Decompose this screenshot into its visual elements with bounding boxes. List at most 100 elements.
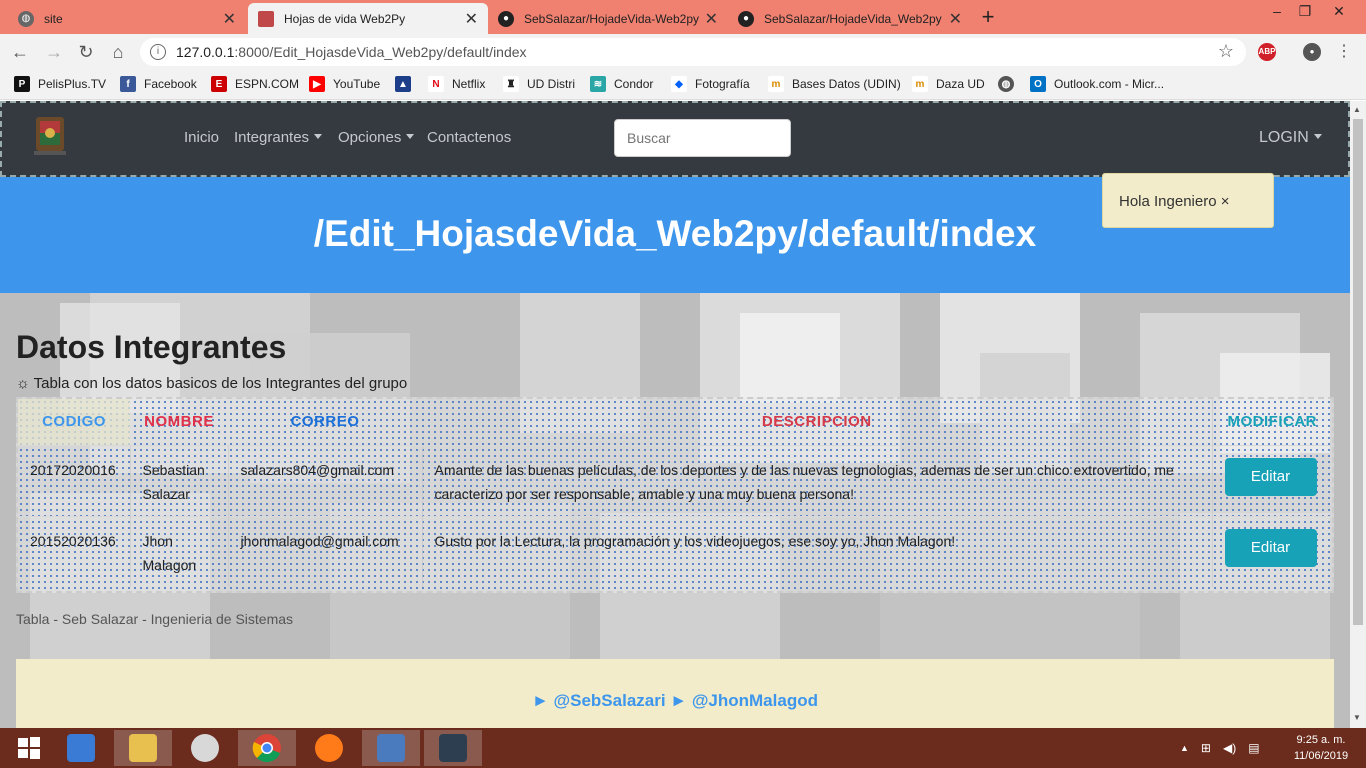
sun-icon: ☼ <box>16 375 30 392</box>
edit-button[interactable]: Editar <box>1224 528 1317 567</box>
bookmark-label: Outlook.com - Micr... <box>1054 77 1165 91</box>
bookmark-item[interactable]: P PelisPlus.TV <box>14 76 106 92</box>
minimize-window-button[interactable]: – <box>1262 0 1292 26</box>
home-icon[interactable]: ⌂ <box>106 40 130 64</box>
close-tab-icon[interactable]: ✕ <box>223 9 236 29</box>
bookmark-label: Facebook <box>144 77 197 91</box>
bookmark-item[interactable]: ≋ Condor <box>590 76 653 92</box>
browser-tab-active[interactable]: Hojas de vida Web2Py ✕ <box>248 3 488 34</box>
forward-arrow-icon[interactable]: → <box>42 40 66 64</box>
adblock-plus-icon[interactable]: ABP <box>1258 43 1276 61</box>
site-favicon-icon <box>258 10 274 27</box>
nav-link-contactenos[interactable]: Contactenos <box>427 129 511 146</box>
flash-close-icon[interactable]: × <box>1221 193 1230 210</box>
bookmark-item[interactable]: ◍ <box>998 76 1022 92</box>
taskbar-app[interactable] <box>52 730 110 766</box>
site-navbar: Inicio Integrantes Opciones Contactenos … <box>0 101 1350 177</box>
page-scrollbar[interactable]: ▲ ▼ <box>1350 101 1366 728</box>
bookmark-label: PelisPlus.TV <box>38 77 107 91</box>
dropbox-icon: ◆ <box>671 76 687 92</box>
language-icon[interactable]: ▤ <box>1248 741 1259 755</box>
taskbar-app[interactable] <box>362 730 420 766</box>
firefox-icon <box>315 734 343 762</box>
bookmark-label: Condor <box>614 77 654 91</box>
university-logo[interactable] <box>32 113 68 159</box>
clock-date: 11/06/2019 <box>1293 750 1349 762</box>
taskbar-app[interactable] <box>176 730 234 766</box>
python-idle-icon <box>439 734 467 762</box>
cell-descripcion: Amante de las buenas películas, de los d… <box>421 444 1212 516</box>
nav-dropdown-opciones[interactable]: Opciones <box>338 129 414 146</box>
bookmark-item[interactable]: N Netflix <box>428 76 485 92</box>
mountain-icon: ▲ <box>395 76 411 92</box>
flash-message: Hola Ingeniero × <box>1102 173 1274 228</box>
address-bar[interactable]: i 127.0.0.1:8000/Edit_HojasdeVida_Web2py… <box>140 38 1246 66</box>
social-links[interactable]: ► @SebSalazari ► @JhonMalagod <box>16 691 1334 711</box>
github-icon: ● <box>498 10 514 27</box>
espn-icon: E <box>211 76 227 92</box>
network-icon[interactable]: ⊞ <box>1201 741 1211 755</box>
table-row: 20172020016 Sebastian Salazar salazars80… <box>18 444 1332 516</box>
site-info-icon[interactable]: i <box>150 44 166 60</box>
condor-icon: ≋ <box>590 76 606 92</box>
browser-tab[interactable]: ● SebSalazar/HojadeVida-Web2py ✕ <box>488 3 728 34</box>
column-header-descripcion: DESCRIPCION <box>761 413 872 431</box>
reload-icon[interactable]: ↻ <box>74 40 98 64</box>
cell-modificar: Editar <box>1211 444 1332 516</box>
pelisplus-icon: P <box>14 76 30 92</box>
nav-link-inicio[interactable]: Inicio <box>184 129 219 146</box>
close-tab-icon[interactable]: ✕ <box>705 9 718 29</box>
taskbar-app[interactable] <box>114 730 172 766</box>
snipping-tool-icon <box>191 734 219 762</box>
udin-icon: m <box>768 76 784 92</box>
close-tab-icon[interactable]: ✕ <box>465 9 478 29</box>
bookmark-item[interactable]: ◆ Fotografía <box>671 76 750 92</box>
close-tab-icon[interactable]: ✕ <box>949 9 962 29</box>
login-dropdown[interactable]: LOGIN <box>1259 129 1322 147</box>
profile-avatar-icon[interactable]: ● <box>1303 43 1321 61</box>
bookmark-item[interactable]: ♜ UD Distri <box>503 76 575 92</box>
bookmark-item[interactable]: m Bases Datos (UDIN) <box>768 76 901 92</box>
new-tab-button[interactable]: + <box>978 5 998 29</box>
bookmark-item[interactable]: ▲ <box>395 76 419 92</box>
bookmark-label: Netflix <box>452 77 486 91</box>
bookmark-label: ESPN.COM <box>235 77 300 91</box>
restore-window-button[interactable]: ❐ <box>1290 0 1320 26</box>
windows-start-icon <box>18 737 40 759</box>
file-explorer-icon <box>129 734 157 762</box>
chrome-menu-icon[interactable]: ⋮ <box>1332 40 1356 64</box>
bookmark-star-icon[interactable]: ☆ <box>1218 41 1234 62</box>
browser-tab[interactable]: ◍ site ✕ <box>8 3 246 34</box>
bookmark-item[interactable]: E ESPN.COM <box>211 76 299 92</box>
back-arrow-icon[interactable]: ← <box>8 40 32 64</box>
bookmark-item[interactable]: m Daza UD <box>912 76 985 92</box>
taskbar-clock[interactable]: 9:25 a. m. 11/06/2019 <box>1284 732 1358 764</box>
volume-icon[interactable]: ◀) <box>1223 741 1236 755</box>
github-icon: ● <box>738 10 754 27</box>
taskbar-app[interactable] <box>300 730 358 766</box>
browser-tab[interactable]: ● SebSalazar/HojadeVida_Web2py ✕ <box>728 3 972 34</box>
tab-label: SebSalazar/HojadeVida-Web2py <box>524 11 699 26</box>
start-button[interactable] <box>0 730 58 766</box>
clock-time: 9:25 a. m. <box>1296 734 1346 746</box>
bookmark-item[interactable]: O Outlook.com - Micr... <box>1030 76 1164 92</box>
scroll-up-arrow-icon[interactable]: ▲ <box>1353 105 1361 114</box>
nav-dropdown-integrantes[interactable]: Integrantes <box>234 129 322 146</box>
globe-icon: ◍ <box>998 76 1014 92</box>
close-window-button[interactable]: ✕ <box>1324 0 1354 26</box>
bookmark-item[interactable]: ▶ YouTube <box>309 76 380 92</box>
taskbar-app[interactable] <box>424 730 482 766</box>
scroll-down-arrow-icon[interactable]: ▼ <box>1353 713 1361 722</box>
youtube-icon: ▶ <box>309 76 325 92</box>
cell-correo: salazars804@gmail.com <box>227 444 422 516</box>
chevron-up-icon[interactable]: ▲ <box>1180 743 1189 753</box>
taskbar-app[interactable] <box>238 730 296 766</box>
bookmark-item[interactable]: f Facebook <box>120 76 197 92</box>
members-table: CODIGO NOMBRE CORREO DESCRIPCION MODIFIC… <box>18 399 1332 587</box>
chrome-icon <box>252 734 281 763</box>
browser-toolbar: ← → ↻ ⌂ i 127.0.0.1:8000/Edit_HojasdeVid… <box>0 34 1366 70</box>
edit-button[interactable]: Editar <box>1224 457 1317 496</box>
facebook-icon: f <box>120 76 136 92</box>
scrollbar-thumb[interactable] <box>1353 119 1363 625</box>
search-input[interactable] <box>614 119 791 157</box>
